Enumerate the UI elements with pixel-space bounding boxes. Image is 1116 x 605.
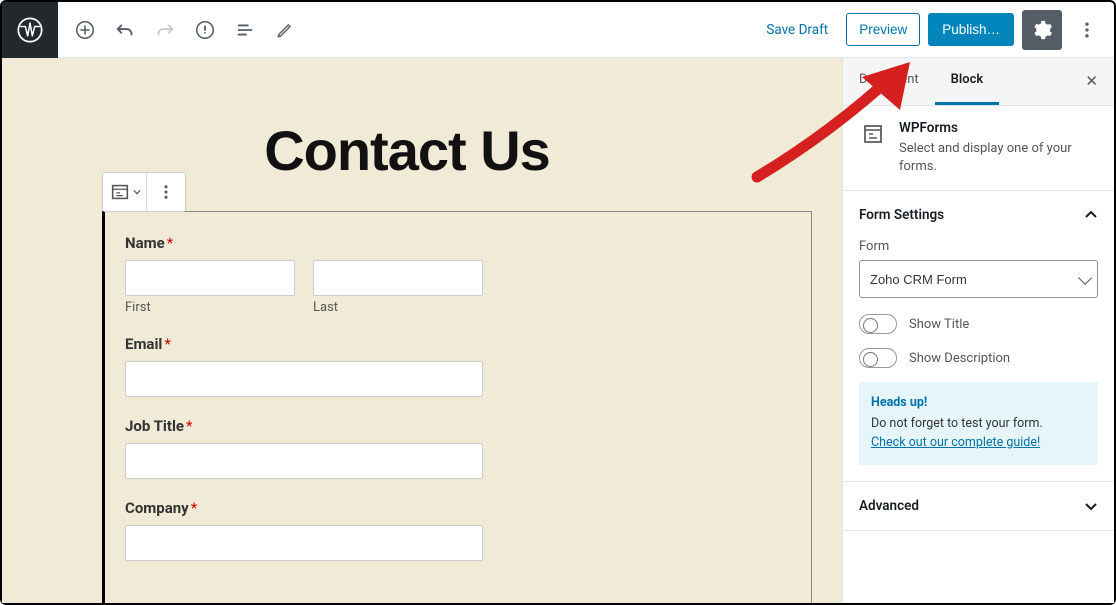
block-toolbar: [102, 172, 186, 212]
job-title-field-group: Job Title*: [125, 417, 791, 479]
block-name: WPForms: [899, 120, 1098, 136]
toolbar-left: [58, 13, 302, 47]
show-title-label: Show Title: [909, 317, 969, 332]
last-name-input[interactable]: [313, 260, 483, 296]
add-block-button[interactable]: [68, 13, 102, 47]
redo-button[interactable]: [148, 13, 182, 47]
selected-block: Name* First Last Email*: [102, 211, 812, 603]
block-info-panel: WPForms Select and display one of your f…: [843, 106, 1114, 191]
advanced-header[interactable]: Advanced: [843, 482, 1114, 530]
editor-topbar: Save Draft Preview Publish…: [2, 2, 1114, 58]
chevron-down-icon: [1084, 499, 1098, 513]
first-name-input[interactable]: [125, 260, 295, 296]
heads-up-notice: Heads up! Do not forget to test your for…: [859, 382, 1098, 464]
tab-document[interactable]: Document: [843, 58, 935, 105]
name-field-group: Name* First Last: [125, 234, 791, 315]
settings-sidebar: Document Block ✕ WPForms Select and disp…: [842, 58, 1114, 603]
block-type-button[interactable]: [103, 173, 147, 211]
email-input[interactable]: [125, 361, 483, 397]
undo-button[interactable]: [108, 13, 142, 47]
form-select[interactable]: Zoho CRM Form: [859, 260, 1098, 298]
wpforms-block[interactable]: Name* First Last Email*: [102, 211, 812, 603]
first-sublabel: First: [125, 300, 295, 315]
name-label: Name*: [125, 234, 791, 252]
tab-block[interactable]: Block: [935, 58, 1000, 105]
show-description-toggle[interactable]: [859, 348, 897, 368]
form-settings-panel: Form Settings Form Zoho CRM Form Show Ti…: [843, 191, 1114, 481]
required-mark: *: [167, 234, 173, 252]
company-input[interactable]: [125, 525, 483, 561]
email-field-group: Email*: [125, 335, 791, 397]
edit-button[interactable]: [268, 13, 302, 47]
more-options-button[interactable]: [1070, 10, 1104, 50]
email-label: Email*: [125, 335, 791, 353]
close-sidebar-button[interactable]: ✕: [1069, 58, 1114, 105]
company-label: Company*: [125, 499, 791, 517]
sidebar-tabs: Document Block ✕: [843, 58, 1114, 106]
show-description-label: Show Description: [909, 351, 1010, 366]
list-view-button[interactable]: [228, 13, 262, 47]
main-area: Contact Us Name* First: [2, 58, 1114, 603]
toolbar-right: Save Draft Preview Publish…: [756, 10, 1114, 50]
publish-button[interactable]: Publish…: [928, 13, 1014, 46]
content-structure-button[interactable]: [188, 13, 222, 47]
form-select-label: Form: [859, 239, 1098, 254]
preview-button[interactable]: Preview: [846, 13, 920, 46]
company-field-group: Company*: [125, 499, 791, 561]
block-description: Select and display one of your forms.: [899, 140, 1098, 176]
advanced-panel: Advanced: [843, 482, 1114, 531]
form-settings-header[interactable]: Form Settings: [843, 191, 1114, 239]
job-title-label: Job Title*: [125, 417, 791, 435]
show-title-toggle[interactable]: [859, 314, 897, 334]
settings-button[interactable]: [1022, 10, 1062, 50]
job-title-input[interactable]: [125, 443, 483, 479]
wpforms-icon: [859, 120, 887, 148]
guide-link[interactable]: Check out our complete guide!: [871, 435, 1040, 450]
chevron-up-icon: [1084, 208, 1098, 222]
wordpress-logo[interactable]: [2, 2, 58, 58]
save-draft-link[interactable]: Save Draft: [756, 22, 838, 38]
last-sublabel: Last: [313, 300, 483, 315]
editor-canvas[interactable]: Contact Us Name* First: [2, 58, 842, 603]
block-more-button[interactable]: [147, 173, 185, 211]
